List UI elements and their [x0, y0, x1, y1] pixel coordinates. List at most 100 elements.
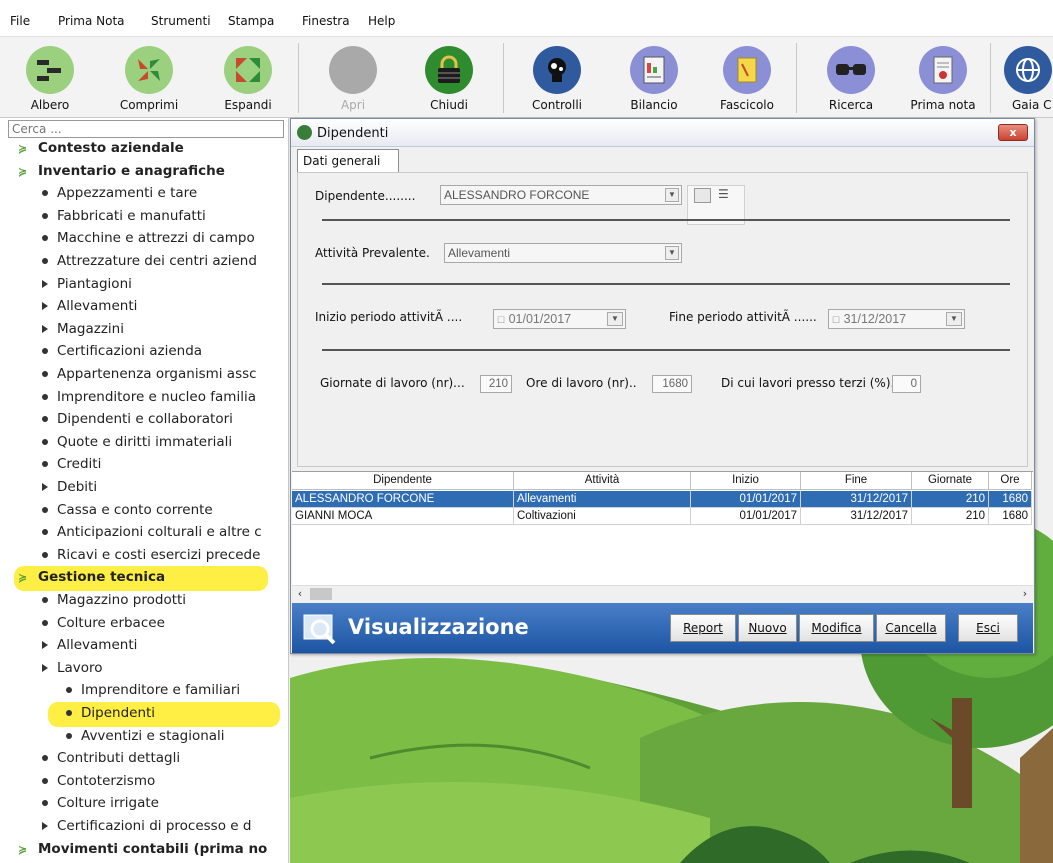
scroll-right-icon[interactable]: › [1017, 586, 1033, 602]
expand-arrow-icon[interactable] [42, 822, 48, 830]
tree-item[interactable]: ≽ Contesto aziendale [18, 140, 184, 156]
ore-input[interactable]: 1680 [652, 375, 692, 393]
menu-help[interactable]: Help [368, 14, 395, 28]
expand-arrow-icon[interactable] [42, 302, 48, 311]
tree-item[interactable]: Ricavi e costi esercizi precede [42, 547, 260, 563]
close-button[interactable]: x [998, 124, 1028, 141]
tree-item[interactable]: Avventizi e stagionali [66, 728, 225, 744]
expand-arrow-icon[interactable] [42, 663, 48, 672]
espandi-button[interactable]: Espandi [203, 37, 293, 117]
tree-item[interactable]: Fabbricati e manufatti [42, 208, 206, 224]
tree-item[interactable]: Dipendenti [66, 705, 155, 721]
controlli-label: Controlli [531, 98, 583, 112]
expand-arrow-icon[interactable] [42, 483, 48, 491]
esci-button[interactable]: Esci [958, 614, 1018, 642]
chevron-down-icon[interactable]: ▼ [665, 246, 679, 260]
tree-item[interactable]: Magazzini [42, 321, 124, 337]
chiudi-button[interactable]: Chiudi [404, 37, 494, 117]
column-header[interactable]: Attività [514, 472, 691, 490]
list-icon[interactable]: ☰ [718, 188, 735, 203]
tree-item[interactable]: Allevamenti [42, 298, 137, 314]
bilancio-button[interactable]: Bilancio [609, 37, 699, 117]
ricerca-button[interactable]: Ricerca [806, 37, 896, 117]
tree-item[interactable]: Macchine e attrezzi di campo [42, 230, 255, 246]
tree-item[interactable]: Quote e diritti immateriali [42, 434, 232, 450]
menu-prima-nota[interactable]: Prima Nota [58, 14, 125, 28]
tab-dati-generali[interactable]: Dati generali [297, 149, 399, 173]
tree-item[interactable]: Certificazioni di processo e d [42, 818, 251, 834]
chevron-down-icon[interactable]: ▼ [607, 312, 623, 326]
expand-arrow-icon[interactable] [42, 324, 48, 333]
controlli-button[interactable]: Controlli [512, 37, 602, 117]
chevron-down-icon[interactable]: ▼ [946, 312, 962, 326]
horizontal-scrollbar[interactable]: ‹ › [292, 585, 1033, 601]
albero-button[interactable]: Albero [5, 37, 95, 117]
chevron-down-icon[interactable]: ▼ [665, 188, 679, 202]
tree-item[interactable]: Imprenditore e nucleo familia [42, 389, 256, 405]
gaia-button[interactable]: Gaia C [992, 37, 1053, 117]
tree-item[interactable]: Attrezzature dei centri aziend [42, 253, 257, 269]
fascicolo-button[interactable]: Fascicolo [702, 37, 792, 117]
tree-item[interactable]: ≽ Gestione tecnica [18, 569, 165, 585]
column-header[interactable]: Ore [989, 472, 1032, 490]
fine-periodo-date[interactable]: ☐ 31/12/2017 ▼ [828, 309, 965, 329]
expand-arrow-icon[interactable] [42, 279, 48, 288]
column-header[interactable]: Fine [801, 472, 912, 490]
menu-strumenti[interactable]: Strumenti [151, 14, 211, 28]
report-button[interactable]: Report [670, 614, 736, 642]
tree-item-label: Contributi dettagli [57, 750, 181, 767]
comprimi-button[interactable]: Comprimi [104, 37, 194, 117]
menu-stampa[interactable]: Stampa [228, 14, 274, 28]
tree-item[interactable]: Imprenditore e familiari [66, 682, 240, 698]
tree-item[interactable]: Debiti [42, 479, 97, 495]
scroll-left-icon[interactable]: ‹ [292, 586, 308, 602]
attivita-select[interactable]: Allevamenti ▼ [444, 243, 682, 263]
menu-file[interactable]: File [10, 14, 30, 28]
table-cell: GIANNI MOCA [292, 508, 514, 525]
dipendente-select[interactable]: ALESSANDRO FORCONE ▼ [440, 185, 682, 205]
tree-item[interactable]: Contoterzismo [42, 773, 155, 789]
window-titlebar[interactable]: Dipendenti x [291, 119, 1034, 147]
bullet-icon [66, 732, 72, 739]
tree-item[interactable]: Contributi dettagli [42, 750, 180, 766]
search-input[interactable] [8, 120, 284, 138]
cancella-button[interactable]: Cancella [876, 614, 946, 642]
column-header[interactable]: Inizio [691, 472, 801, 490]
magnifier-icon [303, 614, 336, 645]
tree-item[interactable]: Certificazioni azienda [42, 343, 202, 359]
tree-item[interactable]: Cassa e conto corrente [42, 502, 213, 518]
inizio-periodo-date[interactable]: ☐ 01/01/2017 ▼ [493, 309, 626, 329]
bullet-icon [42, 438, 48, 445]
tree-item[interactable]: Crediti [42, 456, 101, 472]
tree-item[interactable]: Colture irrigate [42, 795, 159, 811]
tree-item[interactable]: Lavoro [42, 660, 103, 676]
tree-item[interactable]: ≽ Inventario e anagrafiche [18, 163, 225, 179]
scrollbar-thumb[interactable] [310, 588, 332, 600]
column-header[interactable]: Giornate [912, 472, 989, 490]
tree-item[interactable]: Piantagioni [42, 276, 132, 292]
search-lookup-icon[interactable] [694, 188, 711, 203]
column-header[interactable]: Dipendente [292, 472, 514, 490]
tree-item[interactable]: Appartenenza organismi assc [42, 366, 257, 382]
checkbox-icon[interactable]: ☐ [497, 315, 505, 325]
terzi-input[interactable]: 0 [892, 375, 921, 393]
tree-item[interactable]: Allevamenti [42, 637, 137, 653]
modifica-button[interactable]: Modifica [799, 614, 874, 642]
checkbox-icon[interactable]: ☐ [832, 315, 840, 325]
tree-item-label: Gestione tecnica [38, 569, 166, 586]
giornate-input[interactable]: 210 [480, 375, 512, 393]
expand-arrow-icon[interactable] [42, 641, 48, 650]
tree-item[interactable]: Magazzino prodotti [42, 592, 186, 608]
apri-button[interactable]: Apri [308, 37, 398, 117]
tree-item[interactable]: Dipendenti e collaboratori [42, 411, 233, 427]
tree-item[interactable]: ≽ Movimenti contabili (prima no [18, 841, 267, 857]
bullet-icon [42, 235, 48, 242]
tree-item[interactable]: Appezzamenti e tare [42, 185, 197, 201]
menu-finestra[interactable]: Finestra [302, 14, 350, 28]
espandi-label: Espandi [224, 98, 272, 112]
tree-item[interactable]: Colture erbacee [42, 615, 165, 631]
tree-item[interactable]: Anticipazioni colturali e altre c [42, 524, 262, 540]
tree-item-label: Colture erbacee [57, 614, 165, 631]
nuovo-button[interactable]: Nuovo [738, 614, 797, 642]
prima-nota-button[interactable]: Prima nota [898, 37, 988, 117]
